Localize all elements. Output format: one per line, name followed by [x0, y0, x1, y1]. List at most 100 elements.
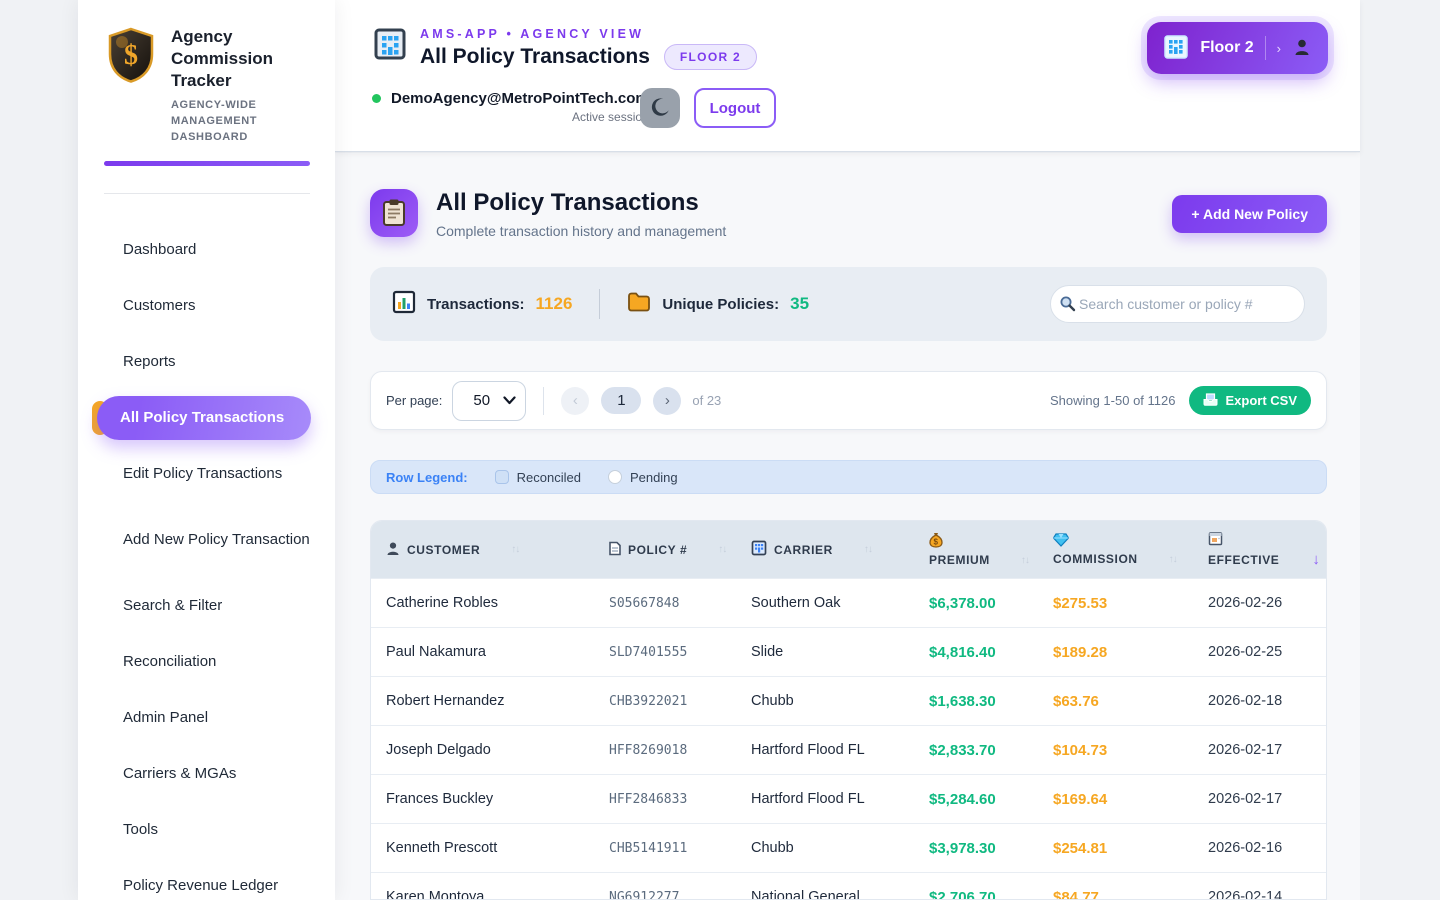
sort-icon: ↑↓ — [864, 544, 872, 555]
table-row[interactable]: Joseph Delgado HFF8269018 Hartford Flood… — [371, 725, 1326, 774]
per-page-select[interactable]: 50 — [452, 381, 526, 421]
search-input[interactable] — [1050, 285, 1305, 323]
cell-customer: Kenneth Prescott — [371, 840, 609, 856]
sort-icon: ↑↓ — [718, 544, 726, 555]
header-title: All Policy Transactions — [420, 45, 650, 69]
cell-commission: $189.28 — [1053, 644, 1208, 661]
page-subtitle: Complete transaction history and managem… — [436, 223, 726, 239]
column-header-commission[interactable]: COMMISSION↑↓ — [1053, 533, 1208, 566]
session-status-block: DemoAgency@MetroPointTech.com Active ses… — [372, 90, 649, 124]
sidebar-nav-item-label: Tools — [123, 820, 158, 840]
clipboard-icon — [370, 189, 418, 237]
pending-label: Pending — [630, 470, 678, 485]
sidebar-nav-item[interactable]: Carriers & MGAs — [100, 746, 313, 802]
sidebar-nav-item[interactable]: Policy Revenue Ledger — [100, 858, 313, 900]
person-icon — [1292, 37, 1312, 60]
cell-policy-number: HFF2846833 — [609, 792, 751, 807]
column-header-effective[interactable]: EFFECTIVE↓ — [1208, 531, 1326, 568]
gem-icon — [1053, 533, 1069, 550]
floor-switcher-label: Floor 2 — [1200, 39, 1253, 57]
table-body: Catherine Robles S05667848 Southern Oak … — [371, 578, 1326, 900]
table-row[interactable]: Kenneth Prescott CHB5141911 Chubb $3,978… — [371, 823, 1326, 872]
sidebar-nav-item-label: All Policy Transactions — [120, 408, 284, 428]
pagination-bar: Per page: 50 ‹ 1 › of 23 Showing 1-50 of… — [370, 371, 1327, 430]
document-icon — [609, 541, 621, 559]
sidebar-nav-item[interactable]: Dashboard — [100, 222, 313, 278]
table-row[interactable]: Frances Buckley HFF2846833 Hartford Floo… — [371, 774, 1326, 823]
sidebar-nav-item[interactable]: Customers — [100, 278, 313, 334]
brand-accent-bar — [104, 161, 310, 166]
cell-policy-number: CHB5141911 — [609, 841, 751, 856]
cell-effective-date: 2026-02-25 — [1208, 644, 1326, 660]
column-header-customer[interactable]: CUSTOMER ↑↓ — [371, 541, 609, 559]
cell-premium: $5,284.60 — [929, 791, 1053, 808]
column-header-policy[interactable]: POLICY # ↑↓ — [609, 541, 751, 559]
page-count-label: of 23 — [692, 393, 721, 408]
sidebar-nav-item[interactable]: Admin Panel — [100, 690, 313, 746]
sidebar-nav-item[interactable]: Search & Filter — [100, 578, 313, 634]
cell-carrier: National General — [751, 889, 929, 900]
cell-customer: Catherine Robles — [371, 595, 609, 611]
top-header: AMS-APP • AGENCY VIEW All Policy Transac… — [335, 0, 1360, 152]
table-row[interactable]: Catherine Robles S05667848 Southern Oak … — [371, 578, 1326, 627]
table-row[interactable]: Robert Hernandez CHB3922021 Chubb $1,638… — [371, 676, 1326, 725]
app-root: $ Agency Commission Tracker AGENCY-WIDE … — [0, 0, 1440, 900]
per-page-select-wrap: 50 — [452, 381, 526, 421]
sidebar-nav-item[interactable]: Edit Policy Transactions — [100, 446, 313, 502]
building-icon — [751, 540, 767, 559]
folder-icon — [627, 291, 651, 317]
cell-premium: $4,816.40 — [929, 644, 1053, 661]
sidebar-nav-item-label: Admin Panel — [123, 708, 208, 728]
sidebar-nav-item-label: Policy Revenue Ledger — [123, 876, 278, 896]
cell-policy-number: NG6912277 — [609, 890, 751, 900]
sidebar-nav-item-label: Customers — [123, 296, 196, 316]
floor-switcher-button[interactable]: Floor 2 › — [1147, 22, 1328, 74]
cell-commission: $84.77 — [1053, 889, 1208, 900]
sidebar-nav-item[interactable]: Reconciliation — [100, 634, 313, 690]
page-title: All Policy Transactions — [436, 189, 699, 217]
cell-carrier: Hartford Flood FL — [751, 791, 929, 807]
cell-carrier: Chubb — [751, 693, 929, 709]
building-icon — [1163, 34, 1189, 63]
cell-effective-date: 2026-02-26 — [1208, 595, 1326, 611]
sidebar-nav-item-label: Search & Filter — [123, 596, 222, 616]
sidebar-nav-item[interactable]: Tools — [100, 802, 313, 858]
cell-policy-number: HFF8269018 — [609, 743, 751, 758]
current-page-button[interactable]: 1 — [601, 387, 641, 414]
user-email: DemoAgency@MetroPointTech.com — [391, 90, 649, 107]
cell-effective-date: 2026-02-16 — [1208, 840, 1326, 856]
table-row[interactable]: Karen Montoya NG6912277 National General… — [371, 872, 1326, 900]
sort-icon: ↑↓ — [1021, 555, 1029, 566]
pending-swatch — [608, 470, 622, 484]
prev-page-button[interactable]: ‹ — [561, 387, 589, 415]
sidebar-nav-item-label: Reports — [123, 352, 176, 372]
dark-mode-toggle-button[interactable] — [640, 88, 680, 128]
cell-effective-date: 2026-02-18 — [1208, 693, 1326, 709]
stats-bar: Transactions: 1126 Unique Policies: 35 — [370, 267, 1327, 341]
next-page-button[interactable]: › — [653, 387, 681, 415]
showing-range-label: Showing 1-50 of 1126 — [1050, 393, 1176, 408]
column-header-carrier[interactable]: CARRIER ↑↓ — [751, 540, 929, 559]
cell-policy-number: CHB3922021 — [609, 694, 751, 709]
cell-policy-number: S05667848 — [609, 596, 751, 611]
unique-policies-label: Unique Policies: — [662, 296, 779, 313]
reconciled-label: Reconciled — [517, 470, 581, 485]
add-new-policy-button[interactable]: + Add New Policy — [1172, 195, 1327, 233]
sidebar-nav-item[interactable]: Add New Policy Transaction — [100, 502, 313, 578]
table-row[interactable]: Paul Nakamura SLD7401555 Slide $4,816.40… — [371, 627, 1326, 676]
sort-descending-icon: ↓ — [1312, 551, 1320, 568]
export-csv-button[interactable]: Export CSV — [1189, 386, 1311, 415]
cell-commission: $169.64 — [1053, 791, 1208, 808]
export-tray-icon — [1203, 393, 1218, 409]
online-status-dot — [372, 94, 381, 103]
per-page-label: Per page: — [386, 393, 442, 408]
logout-button[interactable]: Logout — [694, 88, 776, 128]
cell-customer: Frances Buckley — [371, 791, 609, 807]
cell-carrier: Slide — [751, 644, 929, 660]
sidebar-nav-item[interactable]: Reports — [100, 334, 313, 390]
bar-chart-icon — [392, 290, 416, 318]
cell-customer: Robert Hernandez — [371, 693, 609, 709]
column-header-premium[interactable]: $ PREMIUM↑↓ — [929, 532, 1053, 567]
sidebar-nav-item[interactable]: All Policy Transactions — [97, 396, 311, 440]
brand: $ Agency Commission Tracker AGENCY-WIDE … — [78, 0, 335, 146]
